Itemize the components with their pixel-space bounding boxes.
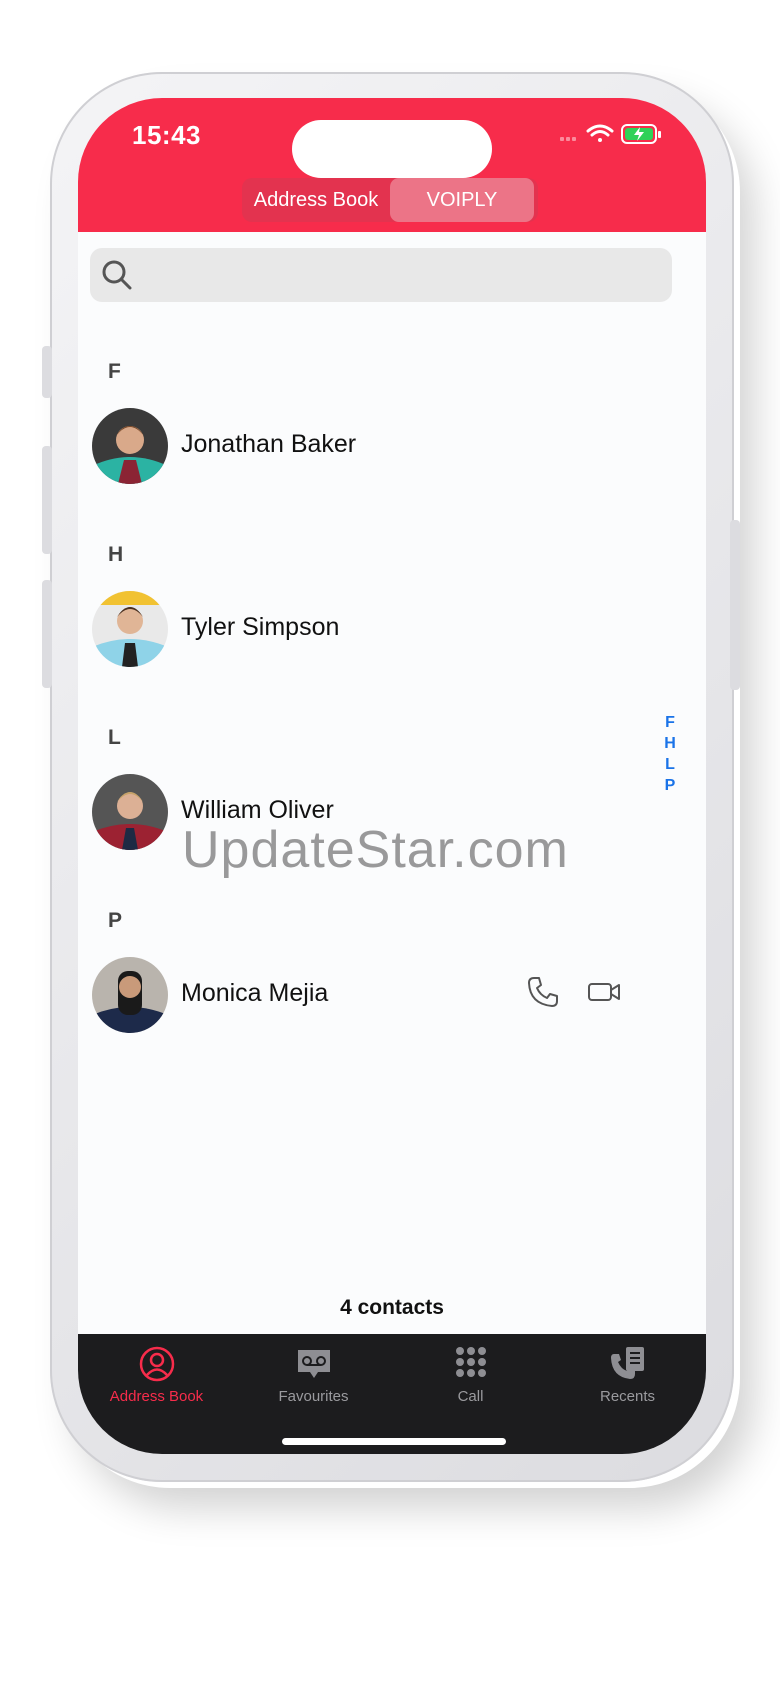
contact-row[interactable]: Monica Mejia: [78, 957, 706, 1037]
contact-row[interactable]: Jonathan Baker: [78, 408, 706, 488]
section-header-h: H: [108, 543, 124, 566]
section-header-f: F: [108, 360, 121, 383]
dynamic-island: [292, 120, 492, 178]
header-bar: 15:43 Address Book VOIPLY: [78, 98, 706, 232]
contacts-count: 4 contacts: [340, 1296, 444, 1319]
contact-row[interactable]: Tyler Simpson: [78, 591, 706, 671]
index-letter-f[interactable]: F: [658, 712, 682, 733]
status-icons: [560, 120, 670, 150]
avatar: [92, 957, 168, 1033]
recents-icon: [610, 1347, 644, 1379]
tab-bar: Address Book Favourites Call Recents: [78, 1334, 706, 1454]
contact-name: Monica Mejia: [181, 979, 329, 1007]
wifi-icon: [586, 124, 614, 142]
voicemail-icon: [297, 1350, 330, 1378]
search-input[interactable]: [90, 248, 672, 302]
search-icon: [102, 260, 132, 290]
section-header-l: L: [108, 726, 121, 749]
alphabet-index[interactable]: F H L P: [658, 712, 682, 796]
signal-icon: [560, 137, 576, 141]
phone-icon[interactable]: [526, 975, 560, 1009]
tab-call[interactable]: Call: [392, 1344, 549, 1414]
volume-up-button: [42, 446, 52, 554]
segment-voiply[interactable]: VOIPLY: [390, 178, 534, 222]
segment-address-book[interactable]: Address Book: [242, 178, 390, 222]
tab-label: Recents: [599, 1388, 656, 1405]
avatar: [92, 774, 168, 850]
status-time: 15:43: [132, 120, 201, 150]
tab-label: Address Book: [109, 1388, 204, 1405]
tab-recents[interactable]: Recents: [549, 1344, 706, 1414]
tab-label: Favourites: [278, 1388, 349, 1405]
section-header-p: P: [108, 909, 123, 932]
avatar: [92, 408, 168, 484]
index-letter-l[interactable]: L: [658, 754, 682, 775]
mute-switch: [42, 346, 52, 398]
power-button: [730, 520, 740, 690]
index-letter-h[interactable]: H: [658, 733, 682, 754]
contact-name: Jonathan Baker: [181, 430, 357, 458]
home-indicator: [282, 1438, 506, 1445]
app-screen: 15:43 Address Book VOIPLY F Jonathan Bak…: [78, 98, 706, 1454]
tab-favourites[interactable]: Favourites: [235, 1344, 392, 1414]
keypad-icon: [455, 1347, 486, 1377]
avatar: [92, 591, 168, 667]
video-icon[interactable]: [586, 975, 622, 1009]
person-circle-icon: [139, 1346, 174, 1382]
battery-icon: [621, 124, 661, 144]
watermark: UpdateStar.com: [182, 821, 569, 879]
tab-label: Call: [457, 1388, 484, 1405]
segmented-control: Address Book VOIPLY: [242, 178, 538, 222]
tab-address-book[interactable]: Address Book: [78, 1344, 235, 1414]
index-letter-p[interactable]: P: [658, 775, 682, 796]
contact-name: Tyler Simpson: [181, 613, 340, 641]
volume-down-button: [42, 580, 52, 688]
